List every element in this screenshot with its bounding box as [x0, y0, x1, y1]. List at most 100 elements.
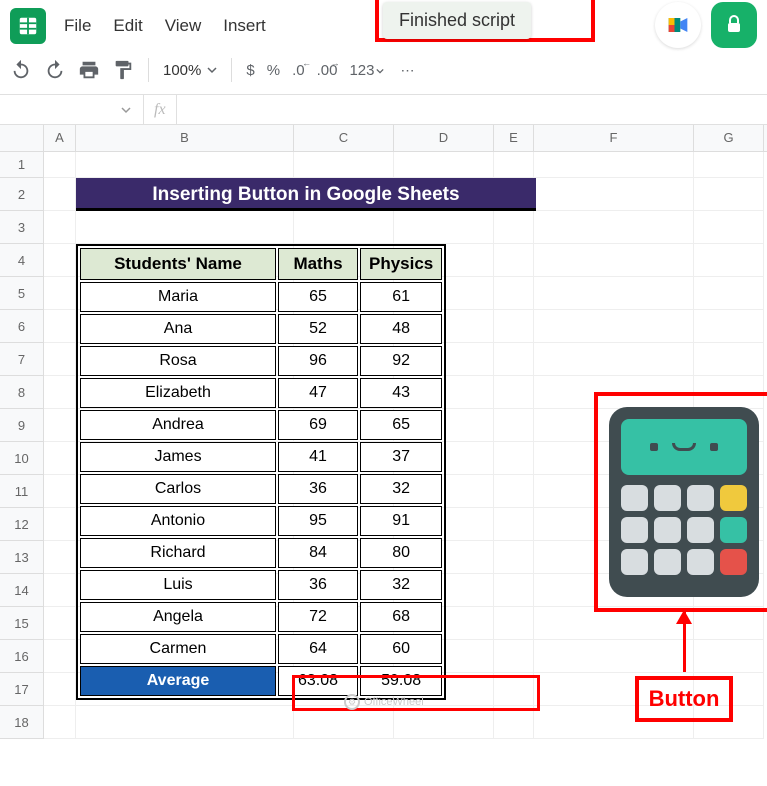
more-icon[interactable]: ⋯ — [396, 59, 418, 81]
row-header[interactable]: 12 — [0, 508, 43, 541]
row-header[interactable]: 6 — [0, 310, 43, 343]
th-name[interactable]: Students' Name — [80, 248, 276, 280]
cell[interactable] — [294, 152, 394, 178]
col-header-A[interactable]: A — [44, 125, 76, 151]
cell[interactable] — [494, 244, 534, 277]
cell-maths[interactable]: 64 — [278, 634, 358, 664]
cell-name[interactable]: Richard — [80, 538, 276, 568]
cell[interactable] — [494, 343, 534, 376]
cell[interactable] — [394, 211, 494, 244]
row-header[interactable]: 4 — [0, 244, 43, 277]
zoom-select[interactable]: 100% — [163, 62, 217, 79]
cell[interactable] — [44, 244, 76, 277]
col-header-E[interactable]: E — [494, 125, 534, 151]
cell[interactable] — [44, 640, 76, 673]
cell-name[interactable]: Luis — [80, 570, 276, 600]
cell-maths[interactable]: 36 — [278, 570, 358, 600]
cell[interactable] — [76, 211, 294, 244]
undo-icon[interactable] — [10, 59, 32, 81]
row-header[interactable]: 8 — [0, 376, 43, 409]
menu-insert[interactable]: Insert — [223, 16, 266, 36]
cell[interactable] — [694, 178, 764, 211]
cell-physics[interactable]: 80 — [360, 538, 442, 568]
cell[interactable] — [44, 673, 76, 706]
cell[interactable] — [694, 152, 764, 178]
print-icon[interactable] — [78, 59, 100, 81]
cell-physics[interactable]: 48 — [360, 314, 442, 344]
cell-physics[interactable]: 32 — [360, 474, 442, 504]
meet-icon[interactable] — [655, 2, 701, 48]
cell-name[interactable]: Ana — [80, 314, 276, 344]
cell[interactable] — [534, 244, 694, 277]
cell-maths[interactable]: 95 — [278, 506, 358, 536]
cell-maths[interactable]: 47 — [278, 378, 358, 408]
cell[interactable] — [294, 211, 394, 244]
row-header[interactable]: 5 — [0, 277, 43, 310]
cell[interactable] — [494, 541, 534, 574]
cell-maths[interactable]: 96 — [278, 346, 358, 376]
cell-name[interactable]: Antonio — [80, 506, 276, 536]
cell[interactable] — [494, 152, 534, 178]
cell[interactable] — [494, 376, 534, 409]
cell-physics[interactable]: 43 — [360, 378, 442, 408]
cell[interactable] — [44, 211, 76, 244]
cell-physics[interactable]: 91 — [360, 506, 442, 536]
cell[interactable] — [694, 343, 764, 376]
cell[interactable] — [534, 277, 694, 310]
cell[interactable] — [494, 211, 534, 244]
cell[interactable] — [44, 178, 76, 211]
cell[interactable] — [494, 508, 534, 541]
cell-physics[interactable]: 65 — [360, 410, 442, 440]
share-button[interactable] — [711, 2, 757, 48]
cell-name[interactable]: Elizabeth — [80, 378, 276, 408]
cell[interactable] — [534, 211, 694, 244]
cell[interactable] — [44, 343, 76, 376]
row-header[interactable]: 13 — [0, 541, 43, 574]
calculator-button[interactable] — [609, 407, 759, 597]
avg-label[interactable]: Average — [80, 666, 276, 696]
row-header[interactable]: 15 — [0, 607, 43, 640]
decrease-decimal-button[interactable]: ←.0 — [292, 62, 305, 79]
cell-maths[interactable]: 84 — [278, 538, 358, 568]
cell-maths[interactable]: 36 — [278, 474, 358, 504]
cell-name[interactable]: Maria — [80, 282, 276, 312]
cell-name[interactable]: Carlos — [80, 474, 276, 504]
menu-file[interactable]: File — [64, 16, 91, 36]
row-header[interactable]: 1 — [0, 152, 43, 178]
increase-decimal-button[interactable]: →.00 — [317, 62, 338, 79]
cell[interactable] — [44, 541, 76, 574]
cell[interactable] — [534, 178, 694, 211]
cell-physics[interactable]: 60 — [360, 634, 442, 664]
cell-maths[interactable]: 41 — [278, 442, 358, 472]
cell[interactable] — [494, 442, 534, 475]
th-physics[interactable]: Physics — [360, 248, 442, 280]
paint-format-icon[interactable] — [112, 59, 134, 81]
cell-maths[interactable]: 69 — [278, 410, 358, 440]
th-maths[interactable]: Maths — [278, 248, 358, 280]
cell[interactable] — [694, 244, 764, 277]
menu-edit[interactable]: Edit — [113, 16, 142, 36]
cell[interactable] — [44, 475, 76, 508]
cell[interactable] — [534, 152, 694, 178]
row-header[interactable]: 14 — [0, 574, 43, 607]
select-all-corner[interactable] — [0, 125, 44, 151]
cell[interactable] — [76, 706, 294, 739]
col-header-C[interactable]: C — [294, 125, 394, 151]
col-header-D[interactable]: D — [394, 125, 494, 151]
cell[interactable] — [494, 277, 534, 310]
col-header-G[interactable]: G — [694, 125, 764, 151]
cell-name[interactable]: Angela — [80, 602, 276, 632]
cell[interactable] — [494, 310, 534, 343]
cell-name[interactable]: Andrea — [80, 410, 276, 440]
percent-button[interactable]: % — [267, 62, 280, 79]
cell-name[interactable]: Carmen — [80, 634, 276, 664]
cell[interactable] — [534, 310, 694, 343]
menu-view[interactable]: View — [165, 16, 202, 36]
cell[interactable] — [494, 607, 534, 640]
row-header[interactable]: 10 — [0, 442, 43, 475]
cell[interactable] — [44, 409, 76, 442]
cell[interactable] — [44, 310, 76, 343]
cell[interactable] — [44, 508, 76, 541]
col-header-B[interactable]: B — [76, 125, 294, 151]
cell-maths[interactable]: 72 — [278, 602, 358, 632]
